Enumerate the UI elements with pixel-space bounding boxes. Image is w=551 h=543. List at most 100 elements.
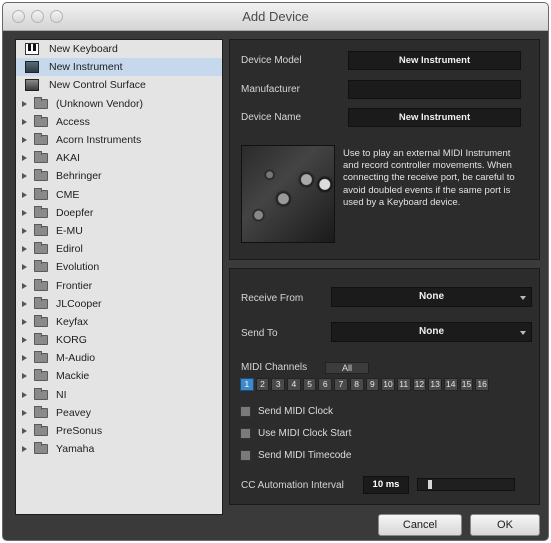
ok-button[interactable]: OK	[470, 514, 540, 536]
disclosure-triangle-icon[interactable]	[22, 118, 27, 125]
disclosure-triangle-icon[interactable]	[22, 337, 27, 344]
midi-channel-button[interactable]: 4	[287, 378, 301, 391]
window-title: Add Device	[242, 9, 309, 24]
send-midi-clock-option[interactable]: Send MIDI Clock	[240, 406, 333, 417]
disclosure-triangle-icon[interactable]	[22, 264, 27, 271]
vendor-folder-item[interactable]: PreSonus	[16, 422, 222, 440]
send-to-select[interactable]: None	[331, 322, 532, 342]
midi-channel-button[interactable]: 10	[381, 378, 395, 391]
vendor-folder-item[interactable]: Access	[16, 113, 222, 131]
disclosure-triangle-icon[interactable]	[22, 155, 27, 162]
disclosure-triangle-icon[interactable]	[22, 227, 27, 234]
disclosure-triangle-icon[interactable]	[22, 318, 27, 325]
disclosure-triangle-icon[interactable]	[22, 355, 27, 362]
slider-handle[interactable]	[428, 480, 432, 489]
midi-channel-button[interactable]: 11	[396, 378, 411, 391]
folder-icon	[34, 260, 48, 273]
folder-icon	[34, 114, 48, 127]
device-list[interactable]: New Keyboard New Instrument New Control Su…	[15, 39, 223, 515]
device-model-field[interactable]: New Instrument	[348, 51, 521, 70]
disclosure-triangle-icon[interactable]	[22, 282, 27, 289]
disclosure-triangle-icon[interactable]	[22, 300, 27, 307]
disclosure-triangle-icon[interactable]	[22, 446, 27, 453]
midi-channel-button[interactable]: 6	[318, 378, 333, 391]
vendor-folder-item[interactable]: Acorn Instruments	[16, 131, 222, 149]
folder-icon	[34, 187, 48, 200]
vendor-folder-item[interactable]: Mackie	[16, 367, 222, 385]
vendor-folder-item[interactable]: CME	[16, 186, 222, 204]
disclosure-triangle-icon[interactable]	[22, 428, 27, 435]
midi-channel-button[interactable]: 15	[459, 378, 474, 391]
midi-channel-button[interactable]: 12	[412, 378, 427, 391]
midi-channel-button[interactable]: 8	[349, 378, 364, 391]
disclosure-triangle-icon[interactable]	[22, 373, 27, 380]
device-list-item[interactable]: New Instrument	[16, 58, 222, 77]
folder-icon	[34, 296, 48, 309]
send-midi-clock-checkbox[interactable]	[240, 406, 251, 417]
midi-channel-button[interactable]: 7	[334, 378, 348, 391]
vendor-folder-item[interactable]: Edirol	[16, 240, 222, 258]
midi-channel-button[interactable]: 3	[271, 378, 286, 391]
vendor-folder-label: Edirol	[56, 243, 83, 256]
vendor-folder-item[interactable]: Behringer	[16, 167, 222, 185]
vendor-folder-item[interactable]: Keyfax	[16, 313, 222, 331]
vendor-folder-label: Frontier	[56, 279, 93, 292]
disclosure-triangle-icon[interactable]	[22, 391, 27, 398]
receive-from-value: None	[419, 291, 444, 302]
chevron-down-icon	[520, 296, 526, 300]
receive-from-select[interactable]: None	[331, 287, 532, 307]
manufacturer-field[interactable]	[348, 80, 521, 99]
disclosure-triangle-icon[interactable]	[22, 209, 27, 216]
vendor-folder-item[interactable]: Peavey	[16, 404, 222, 422]
vendor-folder-item[interactable]: AKAI	[16, 149, 222, 167]
midi-channel-button[interactable]: 5	[302, 378, 317, 391]
disclosure-triangle-icon[interactable]	[22, 409, 27, 416]
cc-automation-interval-label: CC Automation Interval	[241, 480, 344, 491]
vendor-folder-label: E-MU	[56, 224, 83, 237]
midi-channel-button[interactable]: 13	[428, 378, 442, 391]
midi-channel-button[interactable]: 14	[443, 378, 458, 391]
device-list-item[interactable]: New Keyboard	[16, 40, 222, 58]
send-midi-timecode-option[interactable]: Send MIDI Timecode	[240, 450, 351, 461]
folder-icon	[34, 96, 48, 109]
disclosure-triangle-icon[interactable]	[22, 100, 27, 107]
cancel-button[interactable]: Cancel	[378, 514, 462, 536]
vendor-folder-item[interactable]: M-Audio	[16, 349, 222, 367]
all-channels-button[interactable]: All	[325, 362, 369, 374]
device-name-field[interactable]: New Instrument	[348, 108, 521, 127]
disclosure-triangle-icon[interactable]	[22, 246, 27, 253]
midi-channel-button[interactable]: 9	[365, 378, 380, 391]
send-midi-timecode-checkbox[interactable]	[240, 450, 251, 461]
disclosure-triangle-icon[interactable]	[22, 137, 27, 144]
cc-automation-interval-slider[interactable]	[417, 478, 515, 491]
folder-icon	[34, 351, 48, 364]
use-midi-clock-start-option[interactable]: Use MIDI Clock Start	[240, 428, 351, 439]
device-list-item[interactable]: New Control Surface	[16, 76, 222, 94]
vendor-folder-item[interactable]: Evolution	[16, 258, 222, 276]
vendor-folder-item[interactable]: KORG	[16, 331, 222, 349]
folder-icon	[34, 442, 48, 455]
disclosure-triangle-icon[interactable]	[22, 173, 27, 180]
midi-channel-button[interactable]: 1	[240, 378, 254, 391]
instrument-icon	[25, 61, 39, 74]
add-device-window: Add Device New Keyboard New Instrument New…	[2, 2, 549, 541]
midi-channel-button[interactable]: 16	[475, 378, 489, 391]
vendor-folder-item[interactable]: Yamaha	[16, 440, 222, 458]
folder-icon	[34, 387, 48, 400]
vendor-folder-item[interactable]: (Unknown Vendor)	[16, 95, 222, 113]
vendor-folder-item[interactable]: E-MU	[16, 222, 222, 240]
send-midi-timecode-label: Send MIDI Timecode	[258, 450, 352, 461]
vendor-folder-item[interactable]: NI	[16, 386, 222, 404]
device-list-item-label: New Control Surface	[49, 79, 146, 92]
disclosure-triangle-icon[interactable]	[22, 191, 27, 198]
manufacturer-label: Manufacturer	[241, 84, 300, 95]
vendor-folder-label: NI	[56, 388, 67, 401]
cc-automation-interval-value[interactable]: 10 ms	[363, 476, 409, 494]
vendor-folder-label: Keyfax	[56, 315, 89, 328]
vendor-folder-item[interactable]: JLCooper	[16, 295, 222, 313]
vendor-folder-item[interactable]: Doepfer	[16, 204, 222, 222]
midi-channel-button[interactable]: 2	[255, 378, 270, 391]
use-midi-clock-start-checkbox[interactable]	[240, 428, 251, 439]
vendor-folder-item[interactable]: Frontier	[16, 276, 222, 294]
folder-icon	[34, 424, 48, 437]
